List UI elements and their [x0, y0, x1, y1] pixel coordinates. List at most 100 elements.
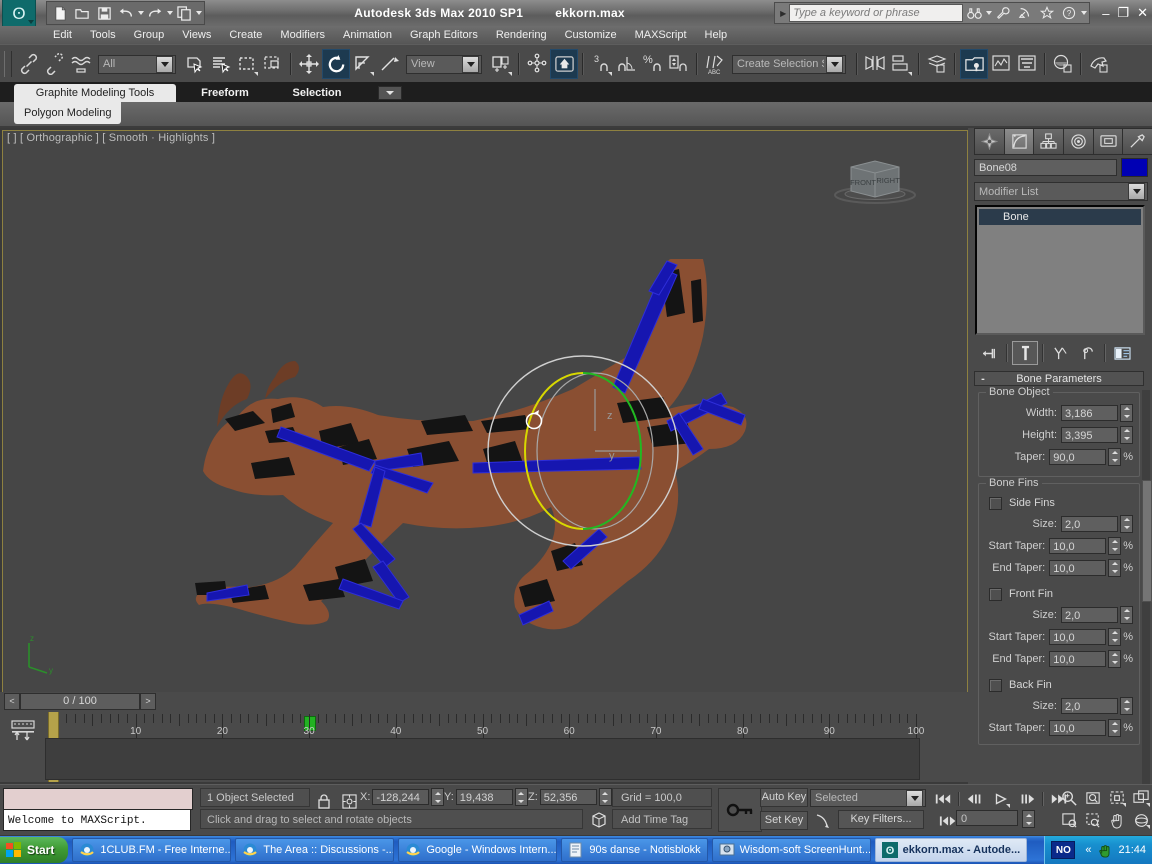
menu-item-customize[interactable]: Customize [556, 26, 626, 44]
add-time-tag[interactable]: Add Time Tag [612, 809, 712, 829]
remove-modifier-icon[interactable] [1076, 342, 1100, 364]
configure-modifier-sets-icon[interactable] [1110, 342, 1134, 364]
display-tab[interactable] [1092, 128, 1124, 155]
ribbon-panel-tab-polygon-modeling[interactable]: Polygon Modeling [14, 102, 122, 124]
spinner-side-start-taper[interactable] [1108, 536, 1122, 555]
checkbox-row-back-fin[interactable]: Back Fin [979, 676, 1139, 694]
named-selection-set-combo[interactable]: Create Selection Se [732, 54, 846, 74]
set-key-mode-icon[interactable] [812, 810, 834, 832]
track-bar-body[interactable] [45, 738, 920, 780]
use-selection-center-icon[interactable] [524, 50, 550, 78]
key-filters-button[interactable]: Key Filters... [838, 810, 924, 829]
taskbar-item-1[interactable]: The Area :: Discussions -... [235, 838, 395, 862]
arc-rotate-icon[interactable] [1130, 809, 1152, 831]
satellite-icon[interactable] [1014, 2, 1036, 24]
checkbox-row-side-fins[interactable]: Side Fins [979, 494, 1139, 512]
auto-key-button[interactable]: Auto Key [760, 788, 808, 807]
use-pivot-point-center-icon[interactable] [488, 50, 514, 78]
window-crossing-icon[interactable] [260, 50, 286, 78]
taskbar-item-4[interactable]: Wisdom-soft ScreenHunt... [711, 838, 871, 862]
tray-expand-button[interactable]: « [1085, 844, 1091, 856]
menu-item-maxscript[interactable]: MAXScript [626, 26, 696, 44]
ribbon-minimize-button[interactable] [378, 86, 402, 100]
spinner-front-end-taper[interactable] [1108, 649, 1122, 668]
app-logo-button[interactable]: ʘ [2, 0, 36, 27]
utilities-tab[interactable] [1122, 128, 1152, 155]
taskbar-item-5[interactable]: ʘ ekkorn.max - Autode... [874, 838, 1028, 862]
set-key-button[interactable]: Set Key [760, 811, 808, 830]
select-and-manipulate-icon[interactable] [550, 49, 578, 79]
chevron-down-icon[interactable] [462, 55, 479, 73]
material-sphere-icon[interactable] [1050, 50, 1076, 78]
pan-icon[interactable] [1106, 809, 1128, 831]
zoom-all-icon[interactable] [1082, 787, 1104, 809]
field-of-view-icon[interactable] [1058, 809, 1080, 831]
menu-item-animation[interactable]: Animation [334, 26, 401, 44]
copy-icon[interactable] [173, 3, 195, 23]
start-button[interactable]: Start [0, 837, 69, 863]
qat-dropdown-icon[interactable] [196, 11, 202, 15]
spinner-width[interactable] [1120, 403, 1133, 422]
input-side-size[interactable]: 2,0 [1061, 515, 1118, 532]
current-frame-readout[interactable]: 0 / 100 [20, 692, 140, 710]
input-taper[interactable]: 90,0 [1049, 448, 1107, 465]
zoom-region-icon[interactable] [1082, 809, 1104, 831]
binoculars-icon[interactable] [963, 2, 985, 24]
isolate-selection-icon[interactable] [588, 809, 610, 831]
layer-manager-icon[interactable] [924, 50, 950, 78]
spinner-snap-toggle-icon[interactable] [666, 50, 692, 78]
spinner-front-start-taper[interactable] [1108, 627, 1122, 646]
chevron-down-icon[interactable] [156, 55, 173, 73]
modify-tab[interactable] [1003, 128, 1035, 155]
undo-icon[interactable] [115, 3, 137, 23]
spinner-side-size[interactable] [1120, 514, 1133, 533]
taskbar-item-0[interactable]: 1CLUB.FM - Free Interne... [72, 838, 232, 862]
spinner-z[interactable] [598, 788, 612, 806]
track-bar[interactable]: 10 20 30 40 50 60 70 80 90 100 [0, 710, 968, 782]
material-editor-icon[interactable] [1014, 50, 1040, 78]
menu-item-group[interactable]: Group [125, 26, 174, 44]
command-panel-scrollbar[interactable] [1142, 390, 1152, 790]
input-front-start-taper[interactable]: 10,0 [1049, 628, 1107, 645]
ribbon-tab-freeform[interactable]: Freeform [182, 84, 268, 102]
scrollbar-thumb[interactable] [1142, 480, 1152, 602]
infocenter-expand-icon[interactable]: ▶ [777, 9, 789, 18]
input-z[interactable]: 52,356 [539, 789, 597, 805]
menu-item-graph-editors[interactable]: Graph Editors [401, 26, 487, 44]
menu-item-create[interactable]: Create [220, 26, 271, 44]
curve-editor-icon[interactable] [960, 49, 988, 79]
ribbon-tab-selection[interactable]: Selection [274, 84, 360, 102]
maxscript-listener-input[interactable] [3, 788, 193, 810]
checkbox-front-fin[interactable] [989, 587, 1002, 601]
chevron-down-icon[interactable] [906, 789, 923, 807]
star-icon[interactable] [1036, 2, 1058, 24]
help-dropdown-icon[interactable] [1081, 11, 1088, 15]
create-tab[interactable] [974, 128, 1005, 155]
spinner-back-size[interactable] [1120, 696, 1133, 715]
close-button[interactable]: ✕ [1137, 5, 1148, 21]
motion-tab[interactable] [1063, 128, 1094, 155]
spinner-front-size[interactable] [1120, 605, 1133, 624]
zoom-icon[interactable] [1058, 787, 1080, 809]
play-animation-icon[interactable] [990, 788, 1012, 810]
object-color-swatch[interactable] [1121, 158, 1148, 177]
taskbar-item-3[interactable]: 90s danse - Notisblokk [561, 838, 708, 862]
checkbox-back-fin[interactable] [989, 678, 1002, 692]
menu-item-tools[interactable]: Tools [81, 26, 125, 44]
menu-item-edit[interactable]: Edit [44, 26, 81, 44]
modifier-stack-item-bone[interactable]: Bone [979, 209, 1141, 225]
unlink-selection-icon[interactable] [42, 50, 68, 78]
zoom-extents-icon[interactable] [1106, 787, 1128, 809]
menu-item-views[interactable]: Views [173, 26, 220, 44]
rollout-header-bone-parameters[interactable]: - Bone Parameters [974, 371, 1144, 386]
select-link-icon[interactable] [16, 50, 42, 78]
chevron-down-icon[interactable] [1128, 183, 1145, 200]
viewcube[interactable]: FRONT RIGHT [831, 151, 919, 205]
input-front-end-taper[interactable]: 10,0 [1049, 650, 1107, 667]
taskbar-item-2[interactable]: Google - Windows Intern... [398, 838, 558, 862]
snaps-toggle-icon[interactable]: 3 [588, 50, 614, 78]
viewport-3d-scene[interactable]: z y [3, 131, 965, 691]
language-badge[interactable]: NO [1051, 841, 1076, 859]
wrench-icon[interactable] [992, 2, 1014, 24]
spinner-back-start-taper[interactable] [1108, 718, 1122, 737]
